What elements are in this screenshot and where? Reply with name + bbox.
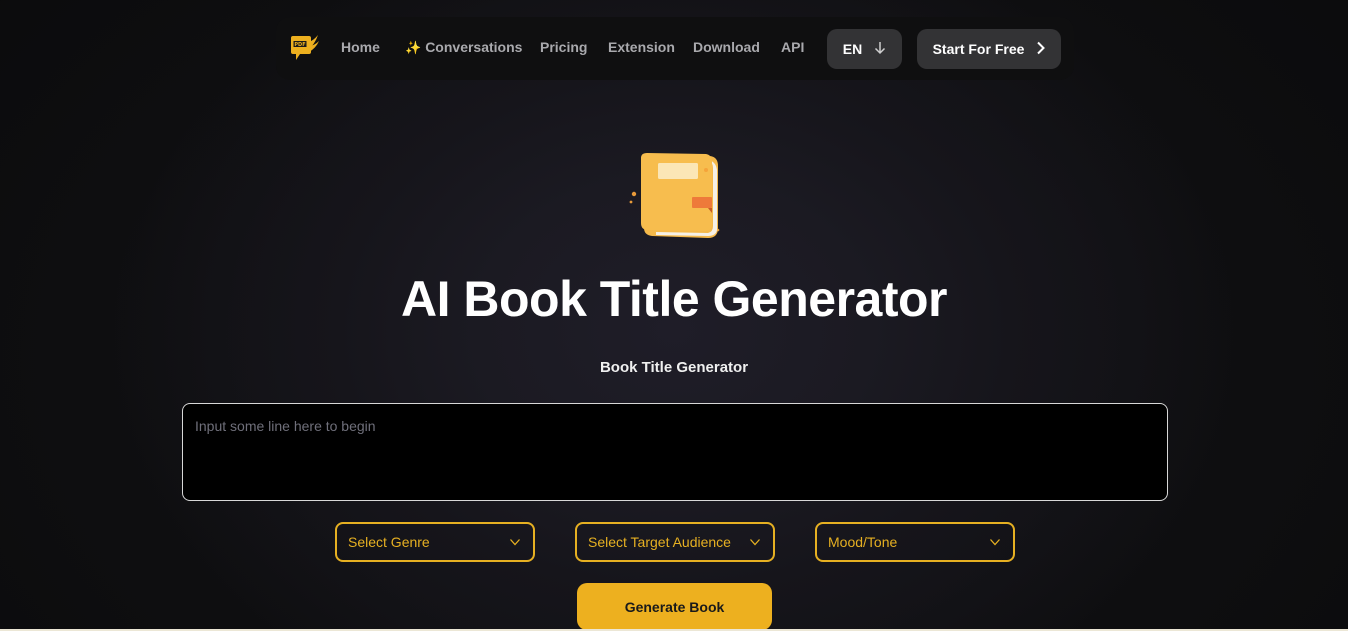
logo-icon: PDF [291,35,319,60]
prompt-input[interactable] [182,403,1168,501]
page-title: AI Book Title Generator [400,271,948,327]
genre-select[interactable]: Select Genre [335,522,535,562]
mood-tone-select-label: Mood/Tone [828,534,898,550]
language-label: EN [842,41,863,57]
arrow-down-icon [874,41,886,58]
mood-tone-select[interactable]: Mood/Tone [815,522,1015,562]
genre-select-label: Select Genre [348,534,430,550]
nav-api[interactable]: API [781,39,804,55]
top-navigation: PDF Home ✨ Conversations Pricing Extensio… [276,17,1074,80]
nav-extension[interactable]: Extension [608,39,675,55]
sparkle-icon: ✨ [405,40,422,55]
chevron-down-icon [750,539,760,546]
book-icon [626,150,726,242]
nav-home[interactable]: Home [341,39,380,55]
nav-conversations-label: Conversations [425,39,523,55]
nav-pricing[interactable]: Pricing [540,39,587,55]
logo-text: PDF [294,42,305,48]
chevron-down-icon [510,539,520,546]
chevron-down-icon [990,539,1000,546]
target-audience-select-label: Select Target Audience [588,534,731,550]
start-for-free-label: Start For Free [932,41,1025,57]
generate-book-button[interactable]: Generate Book [577,583,772,630]
page-subtitle: Book Title Generator [599,359,749,376]
nav-conversations[interactable]: ✨ Conversations [405,39,522,56]
nav-download[interactable]: Download [693,39,760,55]
target-audience-select[interactable]: Select Target Audience [575,522,775,562]
logo[interactable]: PDF [288,32,320,64]
start-for-free-button[interactable]: Start For Free [917,29,1061,69]
language-selector[interactable]: EN [827,29,902,69]
chevron-right-icon [1036,41,1046,58]
